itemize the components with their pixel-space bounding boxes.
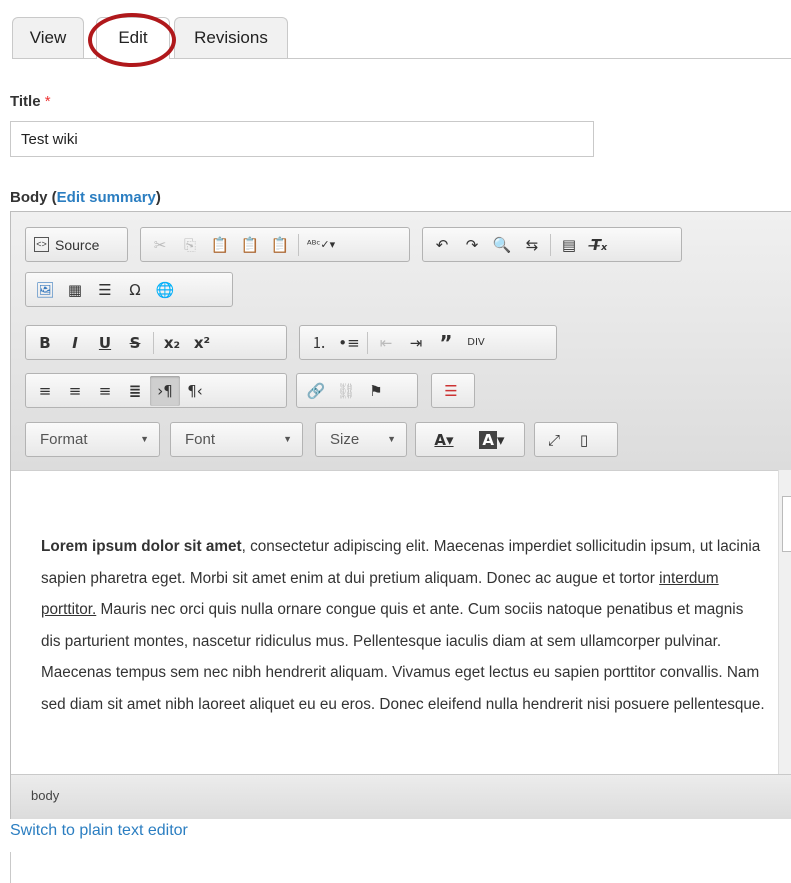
link-group: 🔗 ⛓ ⚑ [296,373,418,408]
format-dropdown[interactable]: Format ▼ [25,422,160,457]
source-icon: <> [34,237,49,252]
rich-text-editor: <> Source ✂ ⎘ 📋 📋 📋 ᴬᴮᶜ✓▾ ↶ ↷ 🔍 ⇆ ▤ T̶ₓ 🖼… [10,211,791,819]
redo-icon[interactable]: ↷ [457,230,487,260]
cut-icon[interactable]: ✂ [145,230,175,260]
tab-bar: View Edit Revisions [12,17,791,59]
anchor-icon[interactable]: ⚑ [361,376,391,406]
required-mark: * [44,93,51,110]
italic-icon[interactable]: I [60,328,90,358]
switch-plain-text-link[interactable]: Switch to plain text editor [10,822,188,840]
editor-content[interactable]: Lorem ipsum dolor sit amet, consectetur … [11,470,779,775]
ltr-icon[interactable]: ›¶ [150,375,180,406]
chevron-down-icon: ▼ [140,434,149,444]
paste-word-icon[interactable]: 📋 [265,230,295,260]
element-path[interactable]: body [31,788,59,803]
copy-icon[interactable]: ⎘ [175,230,205,260]
separator [367,331,368,354]
title-input[interactable] [10,121,594,157]
chevron-down-icon: ▼ [387,434,396,444]
subscript-icon[interactable]: x₂ [157,328,187,358]
indent-icon[interactable]: ⇥ [401,328,431,358]
source-group: <> Source [25,227,128,262]
editor-toolbar: <> Source ✂ ⎘ 📋 📋 📋 ᴬᴮᶜ✓▾ ↶ ↷ 🔍 ⇆ ▤ T̶ₓ 🖼… [11,212,791,470]
title-label: Title * [10,93,51,110]
undo-icon[interactable]: ↶ [427,230,457,260]
list-group: ⒈ •≡ ⇤ ⇥ ” DIV [299,325,557,360]
divider [10,852,11,883]
justify-icon[interactable]: ≣ [120,376,150,406]
table-icon[interactable]: ▦ [60,275,90,305]
numbered-list-icon[interactable]: ⒈ [304,328,334,358]
align-right-icon[interactable]: ≡ [90,376,120,406]
page-break-icon[interactable]: ☰ [436,376,466,406]
rtl-icon[interactable]: ¶‹ [180,376,210,406]
outdent-icon[interactable]: ⇤ [371,328,401,358]
bullet-list-icon[interactable]: •≡ [334,328,364,358]
image-icon[interactable]: 🖼 [30,275,60,305]
content-scrollbar[interactable] [778,470,791,774]
tab-edit[interactable]: Edit [96,17,170,59]
replace-icon[interactable]: ⇆ [517,230,547,260]
align-group: ≡ ≡ ≡ ≣ ›¶ ¶‹ [25,373,287,408]
underline-icon[interactable]: U [90,328,120,358]
paste-text-icon[interactable]: 📋 [235,230,265,260]
pagebreak-group: ☰ [431,373,475,408]
chevron-down-icon: ▼ [283,434,292,444]
clipboard-group: ✂ ⎘ 📋 📋 📋 ᴬᴮᶜ✓▾ [140,227,410,262]
find-icon[interactable]: 🔍 [487,230,517,260]
select-all-icon[interactable]: ▤ [554,230,584,260]
basic-styles-group: B I U S x₂ x² [25,325,287,360]
separator [153,331,154,354]
iframe-icon[interactable]: 🌐 [150,275,180,305]
paste-icon[interactable]: 📋 [205,230,235,260]
body-label: Body (Edit summary) [10,189,161,206]
align-center-icon[interactable]: ≡ [60,376,90,406]
maximize-icon[interactable]: ⤢ [539,425,569,455]
remove-format-icon[interactable]: T̶ₓ [584,230,614,260]
source-button[interactable]: <> Source [30,230,103,260]
tab-view[interactable]: View [12,17,84,58]
separator [550,233,551,256]
editor-statusbar: body [11,774,791,819]
tools-group: ⤢ ▯ [534,422,618,457]
text-color-icon[interactable]: A▾ [420,425,468,455]
horizontal-line-icon[interactable]: ☰ [90,275,120,305]
strike-icon[interactable]: S [120,328,150,358]
show-blocks-icon[interactable]: ▯ [569,425,599,455]
bold-icon[interactable]: B [30,328,60,358]
edit-summary-link[interactable]: Edit summary [57,189,156,206]
color-group: A▾ A ▾ [415,422,525,457]
blockquote-icon[interactable]: ” [431,328,461,358]
special-char-icon[interactable]: Ω [120,275,150,305]
superscript-icon[interactable]: x² [187,328,217,358]
spellcheck-icon[interactable]: ᴬᴮᶜ✓▾ [302,230,340,260]
unlink-icon[interactable]: ⛓ [331,376,361,406]
body-paragraph: Lorem ipsum dolor sit amet, consectetur … [41,538,765,713]
link-icon[interactable]: 🔗 [301,376,331,406]
bg-color-icon[interactable]: A ▾ [468,425,516,455]
edit-group: ↶ ↷ 🔍 ⇆ ▤ T̶ₓ [422,227,682,262]
tab-revisions[interactable]: Revisions [174,17,288,58]
size-dropdown[interactable]: Size ▼ [315,422,407,457]
align-left-icon[interactable]: ≡ [30,376,60,406]
scrollbar-thumb[interactable] [782,496,791,552]
font-dropdown[interactable]: Font ▼ [170,422,303,457]
create-div-icon[interactable]: DIV [461,328,491,358]
separator [298,233,299,256]
insert-group: 🖼 ▦ ☰ Ω 🌐 [25,272,233,307]
